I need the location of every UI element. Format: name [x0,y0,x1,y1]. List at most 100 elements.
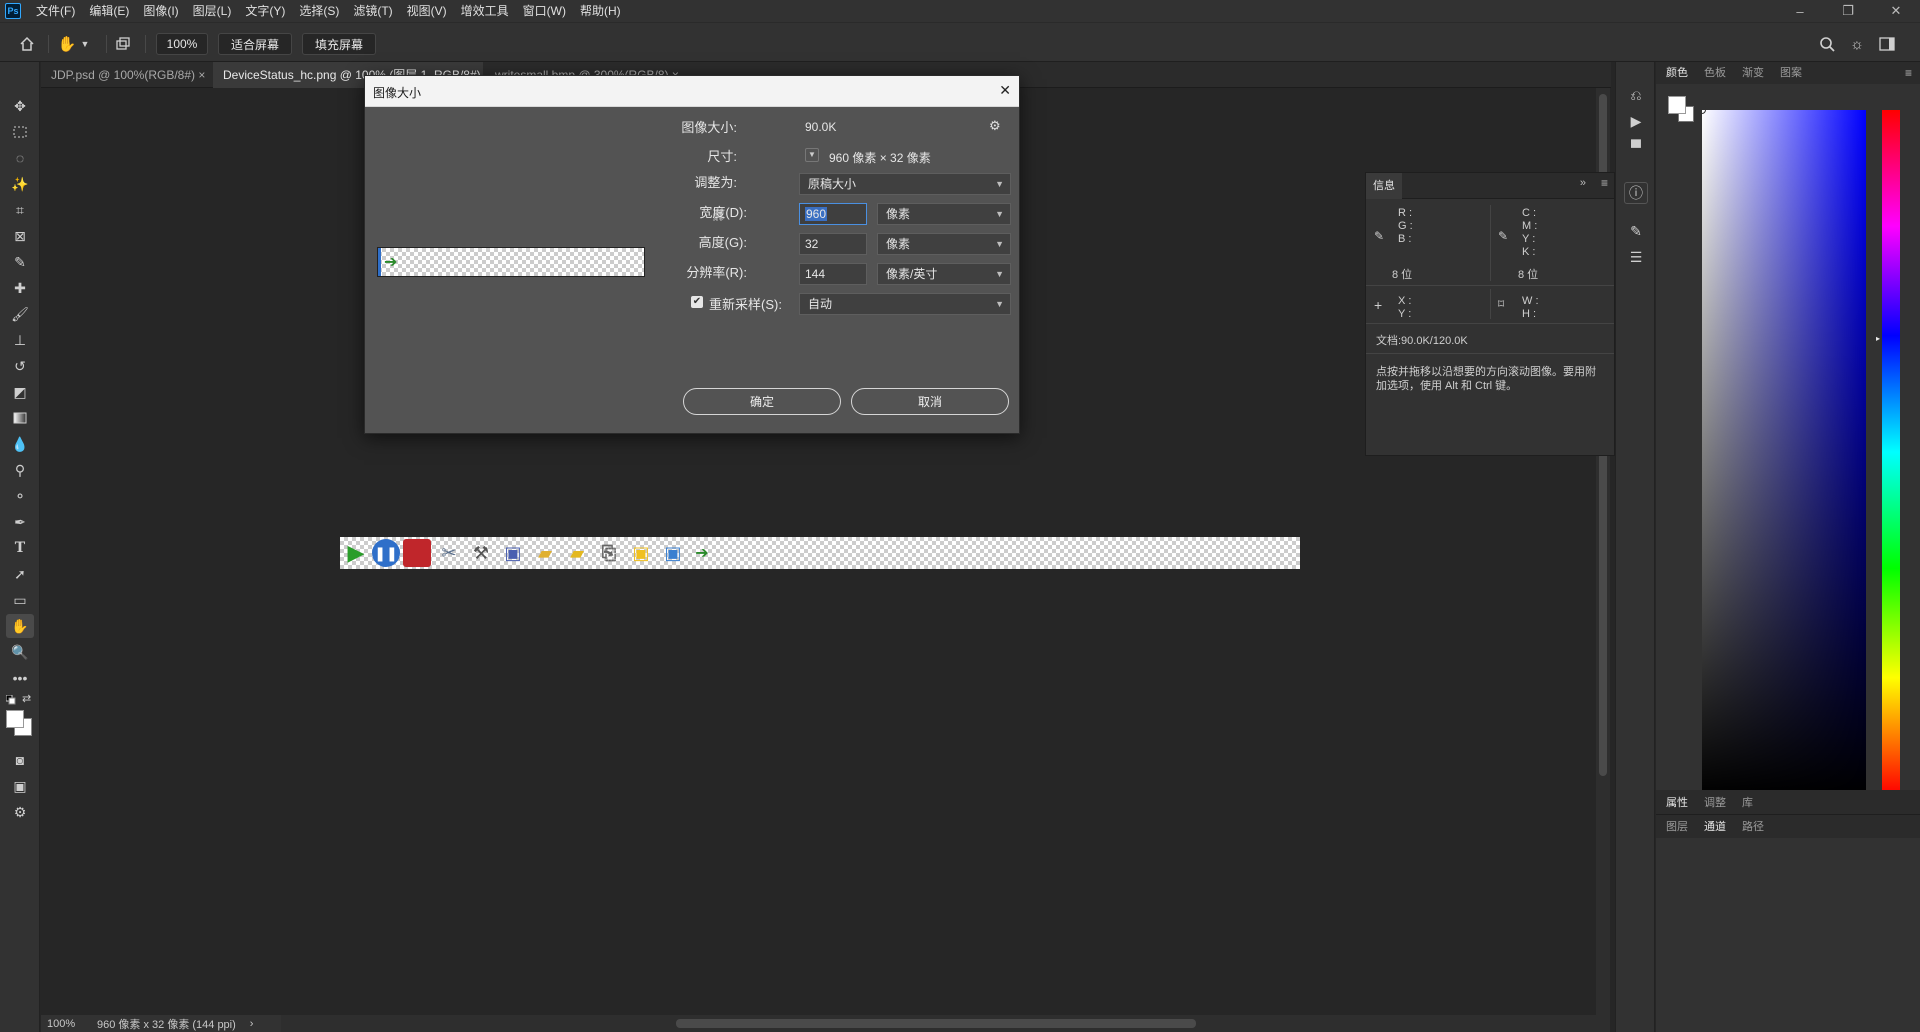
close-window-button[interactable]: ✕ [1872,0,1920,22]
chevron-right-icon[interactable]: › [236,1018,254,1030]
fill-screen-button[interactable]: 填充屏幕 [302,33,376,55]
foreground-color-swatch[interactable] [1668,96,1686,114]
brush-settings-icon[interactable]: ✎ [1624,220,1648,242]
height-unit-select[interactable]: 像素 ▼ [877,233,1011,255]
height-input[interactable]: 32 [799,233,867,255]
gear-icon[interactable]: ⚙ [989,118,1001,134]
menu-file[interactable]: 文件(F) [29,0,82,22]
crop-tool-icon[interactable]: ⌗ [6,198,34,222]
smudge-tool-icon[interactable]: ⚬ [6,484,34,508]
menu-image[interactable]: 图像(I) [136,0,185,22]
quick-mask-icon[interactable]: ◙ [6,748,34,772]
resolution-input[interactable]: 144 [799,263,867,285]
rectangle-tool-icon[interactable]: ▭ [6,588,34,612]
clone-stamp-tool-icon[interactable]: ⊥ [6,328,34,352]
search-icon[interactable] [1816,33,1838,55]
chevron-down-icon: ▼ [995,179,1004,189]
panel-menu-icon[interactable]: ≡ [1905,66,1912,80]
hand-tool-icon[interactable]: ✋ [6,614,34,638]
zoom-tool-icon[interactable]: 🔍 [6,640,34,664]
menu-window[interactable]: 窗口(W) [516,0,573,22]
frame-tool-icon[interactable]: ⊠ [6,224,34,248]
move-tool-icon[interactable]: ✥ [6,94,34,118]
menu-view[interactable]: 视图(V) [400,0,454,22]
width-unit-select[interactable]: 像素 ▼ [877,203,1011,225]
tab-layers[interactable]: 图层 [1666,816,1688,838]
generative-icon[interactable]: ⚙ [6,800,34,824]
tab-info[interactable]: 信息 [1366,173,1402,199]
minimize-button[interactable]: – [1776,0,1824,22]
home-icon[interactable] [16,33,38,55]
menu-edit[interactable]: 编辑(E) [82,0,136,22]
menu-plugins[interactable]: 增效工具 [454,0,516,22]
fit-to-select[interactable]: 原稿大小 ▼ [799,173,1011,195]
status-zoom[interactable]: 100% [41,1018,87,1030]
tab-properties[interactable]: 属性 [1666,792,1688,814]
type-tool-icon[interactable]: T [6,536,34,560]
resolution-unit-select[interactable]: 像素/英寸 ▼ [877,263,1011,285]
lasso-tool-icon[interactable]: ◌ [6,146,34,170]
workspace-icon[interactable] [1876,33,1898,55]
scroll-all-windows-icon[interactable] [112,33,134,55]
menu-help[interactable]: 帮助(H) [573,0,628,22]
hue-slider-marker[interactable]: ▸ [1876,334,1880,343]
horizontal-scroll-thumb[interactable] [676,1019,1196,1028]
chevron-down-icon[interactable]: ▼ [78,33,92,55]
resample-checkbox[interactable]: ✔ [691,296,703,308]
chevron-down-icon[interactable]: ▼ [805,148,819,162]
tab-adjustments[interactable]: 调整 [1704,792,1726,814]
default-colors-icon[interactable] [5,694,16,705]
comments-icon[interactable]: ▀ [1624,136,1648,158]
marquee-tool-icon[interactable] [6,120,34,144]
cancel-button[interactable]: 取消 [851,388,1009,415]
collapse-icon[interactable]: » [1580,177,1586,189]
actions-play-icon[interactable]: ▶ [1624,110,1648,132]
menu-layer[interactable]: 图层(L) [186,0,239,22]
eyedropper-tool-icon[interactable]: ✎ [6,250,34,274]
tab-patterns[interactable]: 图案 [1780,62,1802,84]
menu-select[interactable]: 选择(S) [292,0,346,22]
brush-tool-icon[interactable]: 🖌 [6,302,34,326]
magic-wand-tool-icon[interactable]: ✨ [6,172,34,196]
tab-channels[interactable]: 通道 [1704,816,1726,838]
color-field[interactable] [1698,106,1866,794]
tab-jdp[interactable]: JDP.psd @ 100%(RGB/8#) × [41,62,211,88]
restore-button[interactable]: ❐ [1824,0,1872,22]
path-selection-tool-icon[interactable]: ➚ [6,562,34,586]
zoom-100-button[interactable]: 100% [156,33,208,55]
dodge-tool-icon[interactable]: ⚲ [6,458,34,482]
fit-screen-button[interactable]: 适合屏幕 [218,33,292,55]
eraser-tool-icon[interactable]: ◩ [6,380,34,404]
tab-swatches[interactable]: 色板 [1704,62,1726,84]
history-brush-tool-icon[interactable]: ↺ [6,354,34,378]
healing-brush-tool-icon[interactable]: ✚ [6,276,34,300]
lightbulb-icon[interactable]: ☼ [1846,33,1868,55]
panel-menu-icon[interactable]: ≡ [1601,176,1608,190]
swap-colors-icon[interactable]: ⇄ [22,692,31,705]
menu-type[interactable]: 文字(Y) [238,0,292,22]
close-icon[interactable]: × [198,68,205,82]
image-preview[interactable]: ➔ [377,247,645,277]
screen-mode-icon[interactable]: ▣ [6,774,34,798]
foreground-color-swatch[interactable] [6,710,24,728]
tab-color[interactable]: 颜色 [1666,62,1688,84]
more-tools-icon[interactable]: ••• [6,666,34,690]
horizontal-scrollbar[interactable] [280,1015,1610,1032]
adjustments-icon[interactable]: ☰ [1624,246,1648,268]
ok-button[interactable]: 确定 [683,388,841,415]
close-icon[interactable]: ✕ [999,82,1011,99]
hue-slider[interactable] [1882,110,1900,794]
width-input[interactable]: 960 [799,203,867,225]
info-icon[interactable]: ⓘ [1624,182,1648,204]
resample-select[interactable]: 自动 ▼ [799,293,1011,315]
tab-gradients[interactable]: 渐变 [1742,62,1764,84]
tab-paths[interactable]: 路径 [1742,816,1764,838]
blur-tool-icon[interactable]: 💧 [6,432,34,456]
menu-filter[interactable]: 滤镜(T) [346,0,399,22]
color-picker-cursor[interactable] [1698,106,1706,114]
pen-tool-icon[interactable]: ✒ [6,510,34,534]
tab-libraries[interactable]: 库 [1742,792,1753,814]
gradient-tool-icon[interactable] [6,406,34,430]
history-icon[interactable]: ⎌ [1624,84,1648,106]
hand-tool-icon[interactable]: ✋ [56,33,78,55]
